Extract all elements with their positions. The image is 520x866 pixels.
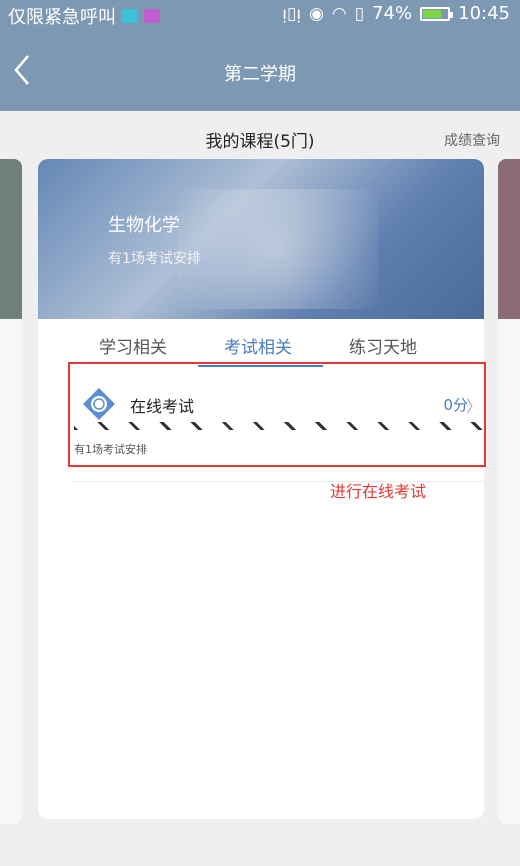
main-content: 我的课程(5门) 成绩查询 生物化学 有1场考试安排 学习相关 考试相关 练习天… — [0, 111, 520, 866]
annotation-text: 进行在线考试 — [330, 482, 427, 501]
courses-header: 我的课程(5门) — [205, 132, 315, 152]
sim-icon: ▯ — [354, 3, 365, 24]
course-tabs: 学习相关 考试相关 练习天地 — [38, 319, 484, 367]
gallery-icon — [144, 9, 160, 23]
vibrate-icon: ᴉ▯ᴉ — [282, 3, 302, 24]
wifi-icon: ◠ — [331, 3, 347, 24]
tab-study[interactable]: 学习相关 — [99, 333, 167, 358]
battery-percent: 74% — [372, 3, 413, 24]
course-banner[interactable]: 生物化学 有1场考试安排 — [38, 159, 484, 319]
course-exam-summary: 有1场考试安排 — [108, 251, 201, 267]
tab-exam[interactable]: 考试相关 — [224, 333, 292, 358]
grades-query-link[interactable]: 成绩查询 — [444, 130, 500, 150]
tab-practice[interactable]: 练习天地 — [349, 333, 417, 358]
clock: 10:45 — [458, 3, 510, 24]
eye-icon: ◉ — [309, 3, 324, 24]
next-course-card[interactable] — [498, 159, 520, 824]
app-header: 仅限紧急呼叫 ᴉ▯ᴉ ◉ ◠ ▯ 74% 10:45 第二学期 — [0, 0, 520, 111]
highlight-box — [68, 362, 486, 467]
battery-icon — [420, 6, 454, 21]
previous-course-card[interactable] — [0, 159, 22, 824]
page-title: 第二学期 — [224, 64, 296, 85]
status-bar: 仅限紧急呼叫 ᴉ▯ᴉ ◉ ◠ ▯ 74% 10:45 — [0, 0, 520, 30]
course-name: 生物化学 — [108, 215, 180, 236]
carrier-text: 仅限紧急呼叫 — [8, 7, 116, 28]
notification-icon — [122, 9, 138, 23]
